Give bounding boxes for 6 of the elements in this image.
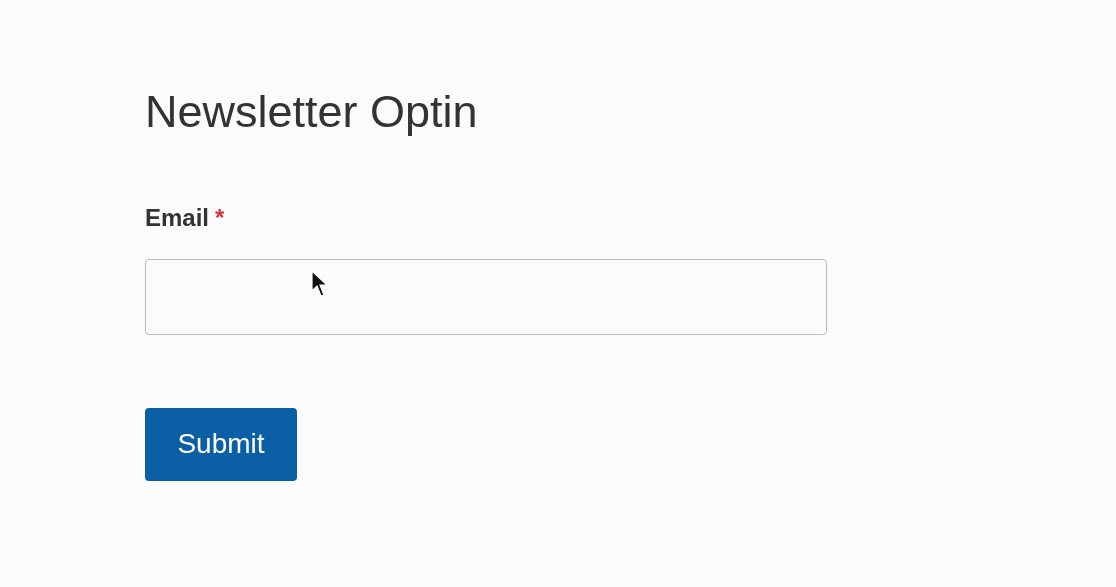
form-title: Newsletter Optin <box>145 86 479 138</box>
input-field[interactable] <box>145 258 827 335</box>
cursor-icon <box>311 270 328 298</box>
required-mark: * <box>215 203 225 233</box>
submit-button[interactable]: Submit <box>145 407 297 481</box>
field-label: Email <box>145 203 210 233</box>
